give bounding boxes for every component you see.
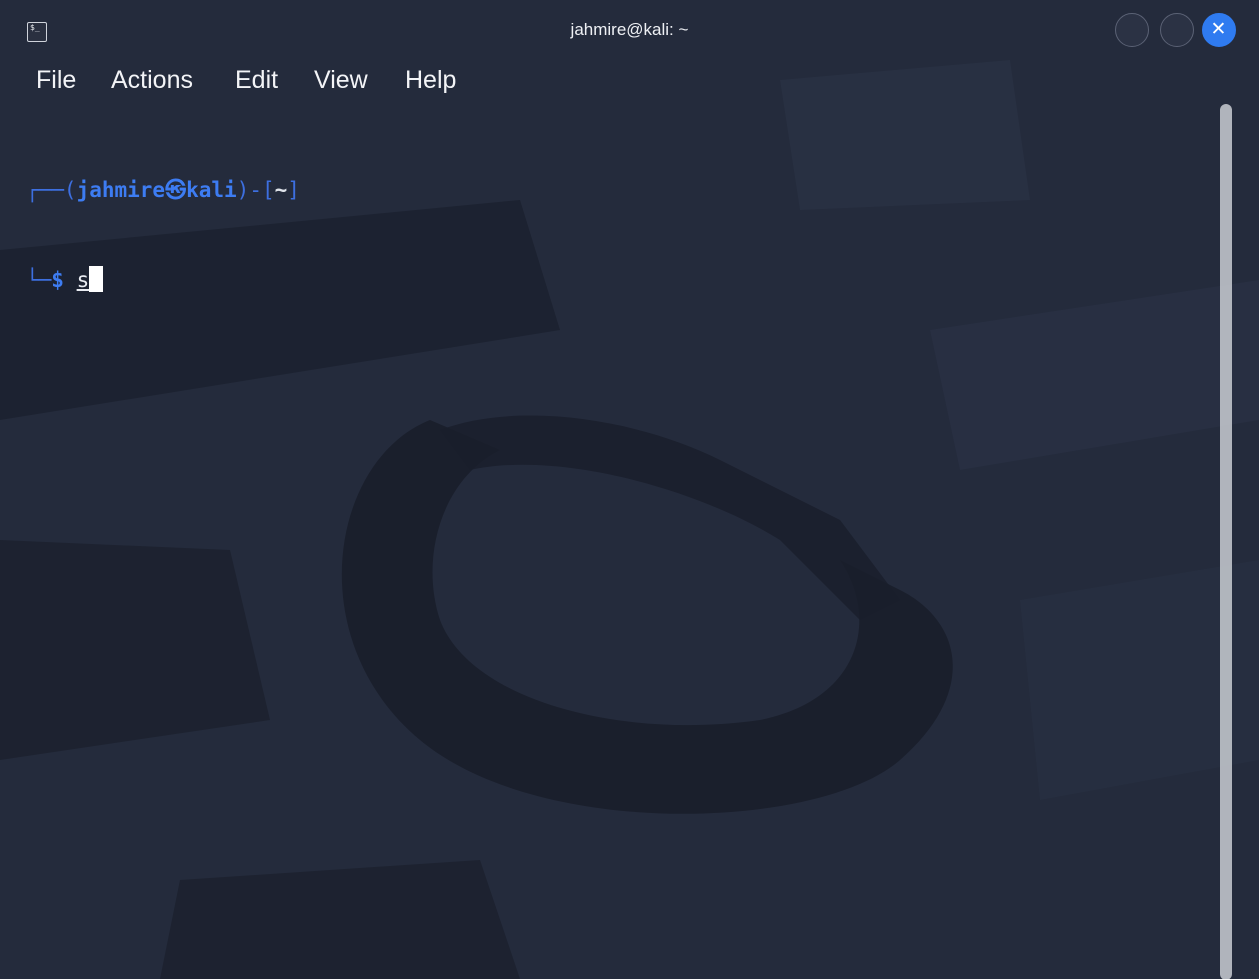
text-cursor — [89, 266, 104, 292]
prompt-line-input: └─$ s — [26, 265, 300, 295]
prompt-line-top: ┌──(jahmire㉿kali)-[~] — [26, 175, 300, 205]
prompt-frame-bottom: └─ — [26, 268, 52, 292]
prompt-user: jahmire — [76, 178, 166, 202]
terminal-window: $_ jahmire@kali: ~ ✕ File Actions Edit V… — [0, 0, 1259, 979]
prompt-host: kali — [186, 178, 237, 202]
close-icon: ✕ — [1210, 18, 1227, 40]
menu-bar: File Actions Edit View Help — [0, 60, 1259, 100]
command-input[interactable]: s — [77, 268, 90, 292]
menu-file[interactable]: File — [36, 66, 76, 95]
minimize-button[interactable] — [1115, 13, 1149, 47]
menu-actions[interactable]: Actions — [111, 66, 193, 95]
terminal-output[interactable]: ┌──(jahmire㉿kali)-[~] └─$ s — [26, 115, 300, 355]
menu-edit[interactable]: Edit — [235, 66, 278, 95]
prompt-frame-mid: )-[ — [236, 178, 275, 202]
title-bar: $_ jahmire@kali: ~ ✕ — [0, 0, 1259, 60]
menu-view[interactable]: View — [314, 66, 368, 95]
menu-help[interactable]: Help — [405, 66, 456, 95]
prompt-path: ~ — [274, 178, 288, 202]
prompt-separator: ㉿ — [165, 178, 187, 202]
close-button[interactable]: ✕ — [1202, 13, 1236, 47]
prompt-frame-top: ┌──( — [26, 178, 77, 202]
prompt-symbol: $ — [51, 268, 64, 292]
maximize-button[interactable] — [1160, 13, 1194, 47]
window-title: jahmire@kali: ~ — [570, 20, 689, 39]
prompt-frame-end: ] — [287, 178, 300, 202]
scrollbar[interactable] — [1220, 104, 1232, 979]
